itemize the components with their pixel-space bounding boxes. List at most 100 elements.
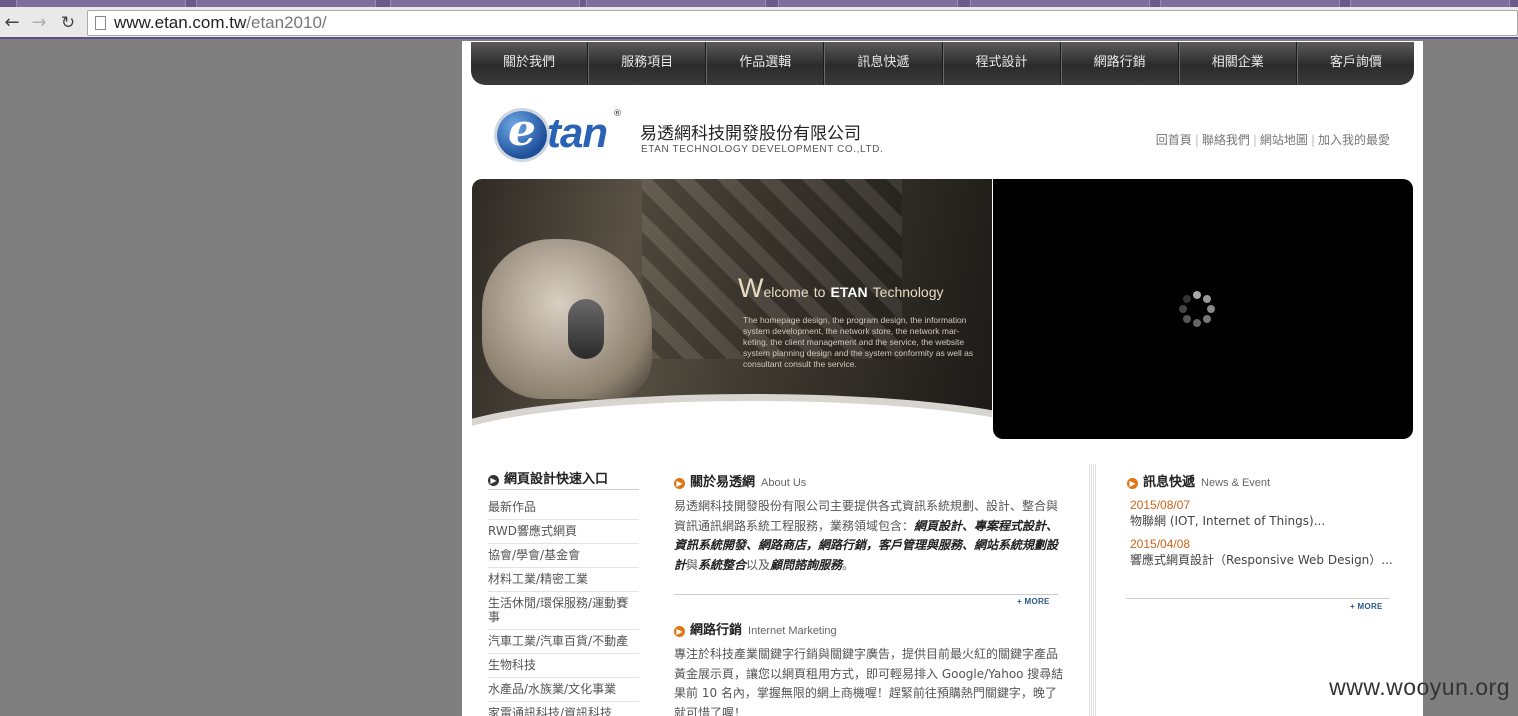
marketing-heading: ▶ 網路行銷 Internet Marketing bbox=[674, 619, 837, 638]
quick-link-leisure[interactable]: 生活休閒/環保服務/運動賽事 bbox=[488, 592, 639, 630]
sitemap-link[interactable]: 網站地圖 bbox=[1260, 133, 1308, 147]
address-bar[interactable]: www.etan.com.tw/etan2010/ bbox=[87, 10, 1518, 36]
news-divider bbox=[1126, 598, 1390, 599]
news-heading: ▶ 訊息快遞 News & Event bbox=[1127, 471, 1270, 490]
about-title-en: About Us bbox=[761, 477, 807, 489]
browser-tab[interactable] bbox=[778, 0, 958, 7]
browser-tab[interactable] bbox=[1350, 0, 1510, 7]
quick-link-automotive[interactable]: 汽車工業/汽車百貨/不動產 bbox=[488, 630, 639, 654]
arrow-circle-icon: ▶ bbox=[674, 478, 685, 489]
welcome-to: to bbox=[813, 284, 826, 300]
browser-toolbar: ← → ↻ www.etan.com.tw/etan2010/ bbox=[0, 7, 1518, 39]
link-separator: | bbox=[1252, 133, 1257, 147]
main-nav: 關於我們 服務項目 作品選輯 訊息快遞 程式設計 網路行銷 相關企業 客戶詢價 bbox=[471, 42, 1414, 85]
url-text: www.etan.com.tw/etan2010/ bbox=[114, 13, 327, 33]
about-text-end: 。 bbox=[842, 557, 855, 572]
nav-item-about[interactable]: 關於我們 bbox=[471, 42, 589, 85]
quick-links-divider bbox=[488, 489, 639, 490]
browser-tab[interactable] bbox=[390, 0, 580, 7]
about-divider bbox=[674, 594, 1058, 595]
registered-mark: ® bbox=[613, 109, 622, 119]
video-player[interactable] bbox=[993, 179, 1413, 439]
watermark: www.wooyun.org bbox=[1329, 674, 1510, 700]
about-text-and: 與 bbox=[686, 557, 699, 572]
url-host: www.etan.com.tw bbox=[114, 13, 247, 32]
home-link[interactable]: 回首頁 bbox=[1156, 133, 1192, 147]
about-text: 易透網科技開發股份有限公司主要提供各式資訊系統規劃、設計、整合與資訊通訊網路系統… bbox=[674, 497, 1062, 575]
news-date: 2015/04/08 bbox=[1130, 537, 1191, 551]
about-more-link[interactable]: + MORE bbox=[1017, 597, 1050, 606]
welcome-initial: W bbox=[738, 273, 764, 303]
quick-link-materials[interactable]: 材料工業/精密工業 bbox=[488, 568, 639, 592]
news-more-link[interactable]: + MORE bbox=[1350, 602, 1383, 611]
browser-tab[interactable] bbox=[196, 0, 376, 7]
welcome-banner: Welcome to ETAN Technology The homepage … bbox=[472, 179, 992, 441]
welcome-description: The homepage design, the program design,… bbox=[743, 315, 974, 369]
company-name-en: ETAN TECHNOLOGY DEVELOPMENT CO.,LTD. bbox=[641, 144, 884, 155]
quick-links-list: 最新作品 RWD響應式網頁 協會/學會/基金會 材料工業/精密工業 生活休閒/環… bbox=[488, 496, 639, 716]
quick-link-biotech[interactable]: 生物科技 bbox=[488, 654, 639, 678]
loading-spinner-icon bbox=[1179, 291, 1215, 327]
company-name-zh: 易透網科技開發股份有限公司 bbox=[640, 124, 861, 144]
quick-link-aquatic[interactable]: 水產品/水族業/文化事業 bbox=[488, 678, 639, 702]
back-arrow-icon[interactable]: ← bbox=[1, 12, 23, 34]
logo-e-mark: e bbox=[497, 105, 547, 159]
nav-item-programming[interactable]: 程式設計 bbox=[942, 42, 1061, 85]
logo-wordmark: tan bbox=[547, 109, 608, 156]
marketing-text: 專注於科技產業關鍵字行銷與關鍵字廣告，提供目前最火紅的關鍵字產品黃金展示頁，讓您… bbox=[674, 647, 1064, 716]
welcome-brand-name: ETAN bbox=[830, 284, 868, 300]
arrow-circle-icon: ▶ bbox=[674, 626, 685, 637]
nav-item-inquiry[interactable]: 客戶詢價 bbox=[1296, 42, 1414, 85]
about-title-zh: 關於易透網 bbox=[690, 475, 756, 490]
web-page: 關於我們 服務項目 作品選輯 訊息快遞 程式設計 網路行銷 相關企業 客戶詢價 … bbox=[462, 41, 1423, 716]
nav-item-services[interactable]: 服務項目 bbox=[588, 42, 707, 85]
welcome-word: elcome bbox=[763, 284, 809, 300]
quick-link-associations[interactable]: 協會/學會/基金會 bbox=[488, 544, 639, 568]
quick-link-latest-works[interactable]: 最新作品 bbox=[488, 496, 639, 520]
etan-logo[interactable]: e tan ® bbox=[497, 105, 627, 161]
quick-links-title: ▶ 網頁設計快速入口 bbox=[488, 468, 608, 487]
utility-links: 回首頁 | 聯絡我們 | 網站地圖 | 加入我的最愛 bbox=[1156, 131, 1390, 148]
nav-item-marketing[interactable]: 網路行銷 bbox=[1060, 42, 1179, 85]
about-heading: ▶ 關於易透網 About Us bbox=[674, 471, 806, 490]
news-title[interactable]: 響應式網頁設計（Responsive Web Design）... bbox=[1130, 552, 1396, 568]
logo-e-letter: e bbox=[508, 105, 536, 156]
page-icon bbox=[95, 16, 106, 30]
nav-item-affiliates[interactable]: 相關企業 bbox=[1178, 42, 1297, 85]
about-consulting: 顧問諮詢服務 bbox=[770, 557, 843, 572]
nav-item-news[interactable]: 訊息快遞 bbox=[824, 42, 943, 85]
reload-icon[interactable]: ↻ bbox=[57, 12, 79, 34]
browser-tab[interactable] bbox=[586, 0, 766, 7]
news-title[interactable]: 物聯網 (IOT, Internet of Things)... bbox=[1130, 513, 1396, 529]
welcome-tech: Technology bbox=[872, 284, 944, 300]
banner-mouse-image bbox=[568, 299, 604, 359]
column-divider bbox=[1089, 464, 1097, 716]
forward-arrow-icon[interactable]: → bbox=[28, 12, 50, 34]
quick-link-electronics[interactable]: 家電通訊科技/資訊科技 bbox=[488, 702, 639, 716]
news-date: 2015/08/07 bbox=[1130, 498, 1191, 512]
browser-tab[interactable] bbox=[970, 0, 1150, 7]
browser-tab[interactable] bbox=[1160, 0, 1340, 7]
quick-link-rwd[interactable]: RWD響應式網頁 bbox=[488, 520, 639, 544]
marketing-title-en: Internet Marketing bbox=[748, 625, 837, 637]
news-title-zh: 訊息快遞 bbox=[1143, 475, 1196, 490]
contact-link[interactable]: 聯絡我們 bbox=[1202, 133, 1250, 147]
arrow-circle-icon: ▶ bbox=[488, 475, 499, 486]
marketing-title-zh: 網路行銷 bbox=[690, 623, 743, 638]
banner-hand-image bbox=[482, 239, 652, 399]
news-title-en: News & Event bbox=[1201, 477, 1271, 489]
news-item[interactable]: 2015/04/08 響應式網頁設計（Responsive Web Design… bbox=[1130, 537, 1396, 568]
about-integration: 系統整合 bbox=[698, 557, 747, 572]
link-separator: | bbox=[1310, 133, 1315, 147]
welcome-heading: Welcome to ETAN Technology bbox=[738, 273, 944, 304]
welcome-brand: ETAN bbox=[831, 284, 868, 300]
news-list: 2015/08/07 物聯網 (IOT, Internet of Things)… bbox=[1130, 498, 1396, 576]
quick-links-title-text: 網頁設計快速入口 bbox=[504, 472, 609, 487]
nav-item-portfolio[interactable]: 作品選輯 bbox=[706, 42, 825, 85]
link-separator: | bbox=[1194, 133, 1199, 147]
favorites-link[interactable]: 加入我的最愛 bbox=[1318, 133, 1390, 147]
arrow-circle-icon: ▶ bbox=[1127, 478, 1138, 489]
about-text-with: 以及 bbox=[746, 557, 771, 572]
browser-tab[interactable] bbox=[16, 0, 186, 7]
news-item[interactable]: 2015/08/07 物聯網 (IOT, Internet of Things)… bbox=[1130, 498, 1396, 529]
